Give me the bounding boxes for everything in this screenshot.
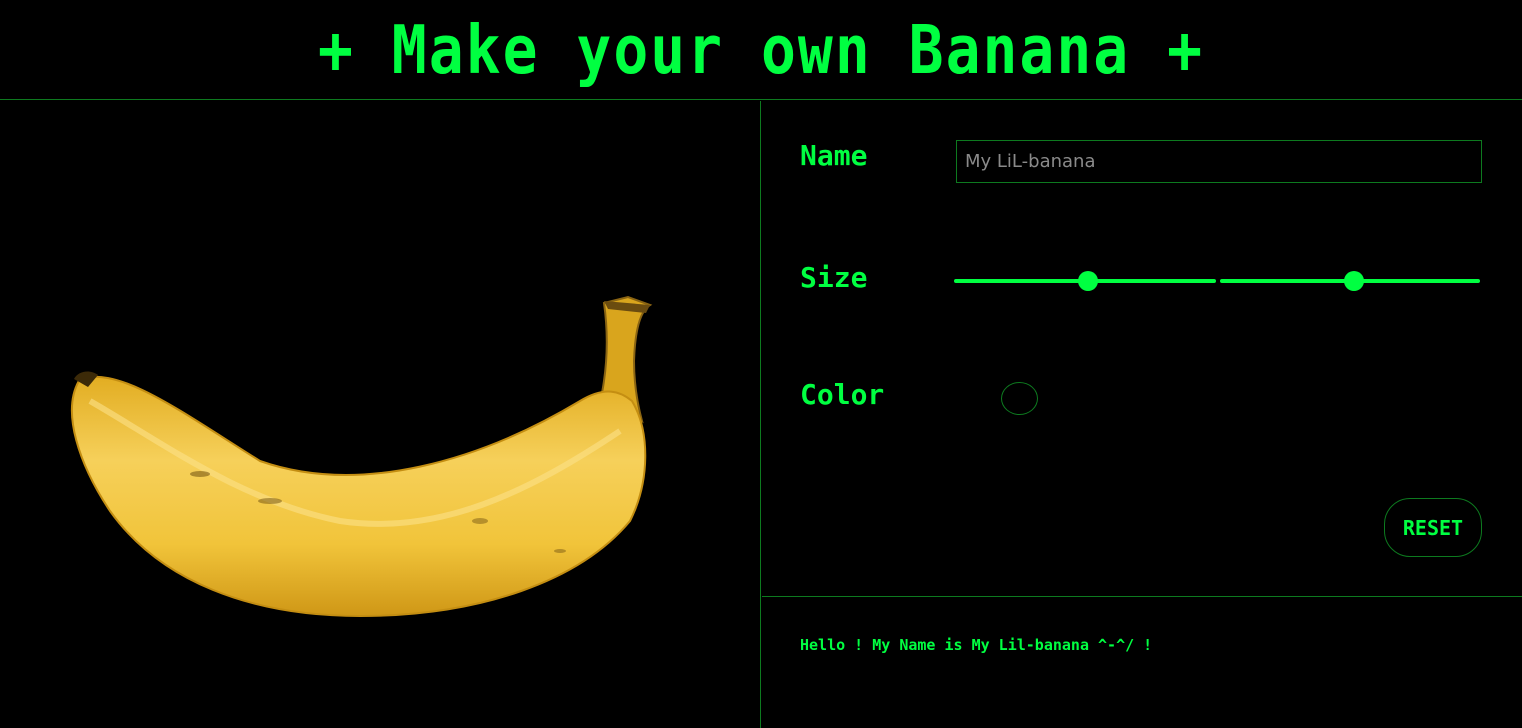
header: + Make your own Banana + [0,0,1522,100]
customize-panel: Name Size Color RESET [762,101,1522,597]
size-slider-width[interactable] [954,271,1216,291]
reset-button[interactable]: RESET [1384,498,1482,557]
page-title: + Make your own Banana + [317,10,1205,89]
greeting-text: Hello ! My Name is My Lil-banana ^-^/ ! [800,636,1153,654]
greeting-panel: Hello ! My Name is My Lil-banana ^-^/ ! [762,598,1522,728]
size-slider-thumb[interactable] [1078,271,1098,291]
size-label: Size [800,261,868,294]
name-label: Name [800,139,868,172]
page: + Make your own Banana + Name My LiL-ban… [0,0,1522,728]
banana-body [71,375,647,618]
color-picker[interactable] [1001,382,1038,415]
size-slider-height[interactable] [1220,271,1480,291]
name-input[interactable] [956,140,1482,183]
color-label: Color [800,378,885,411]
banana-image [71,295,653,618]
size-slider-thumb[interactable] [1344,271,1364,291]
banana-preview-panel [0,101,761,728]
